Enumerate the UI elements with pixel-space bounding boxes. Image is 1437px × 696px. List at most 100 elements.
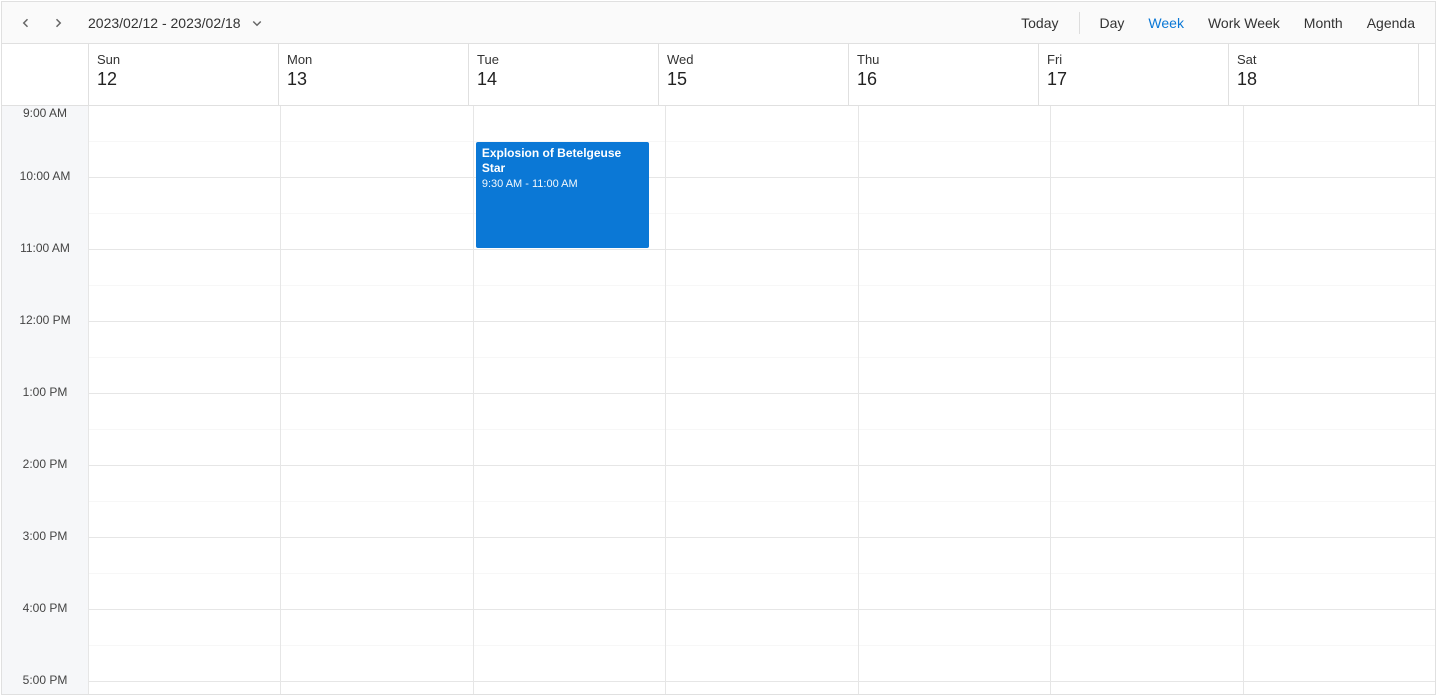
work-cell[interactable] [1244, 610, 1435, 646]
work-cell[interactable] [281, 538, 472, 574]
work-cell[interactable] [474, 646, 665, 682]
work-cell[interactable] [666, 322, 857, 358]
work-cell[interactable] [89, 142, 280, 178]
next-button[interactable] [42, 7, 74, 39]
work-cell[interactable] [1051, 610, 1242, 646]
work-cell[interactable] [666, 106, 857, 142]
work-cell[interactable] [89, 358, 280, 394]
work-cell[interactable] [1244, 682, 1435, 694]
work-cell[interactable] [281, 430, 472, 466]
day-column[interactable] [1243, 106, 1435, 694]
day-column[interactable] [88, 106, 280, 694]
work-cell[interactable] [1051, 538, 1242, 574]
date-range-picker[interactable]: 2023/02/12 - 2023/02/18 [74, 7, 277, 39]
work-cell[interactable] [1244, 466, 1435, 502]
work-cell[interactable] [1051, 358, 1242, 394]
work-cell[interactable] [1051, 286, 1242, 322]
work-cell[interactable] [859, 250, 1050, 286]
work-cell[interactable] [666, 178, 857, 214]
work-cell[interactable] [474, 538, 665, 574]
calendar-scroll[interactable]: 9:00 AM10:00 AM11:00 AM12:00 PM1:00 PM2:… [2, 106, 1435, 694]
work-cell[interactable] [89, 574, 280, 610]
work-cell[interactable] [666, 358, 857, 394]
day-header[interactable]: Sun12 [88, 44, 278, 105]
work-cell[interactable] [281, 682, 472, 694]
work-cell[interactable] [859, 322, 1050, 358]
work-cell[interactable] [1244, 214, 1435, 250]
day-header[interactable]: Mon13 [278, 44, 468, 105]
work-cell[interactable] [666, 430, 857, 466]
view-work-week[interactable]: Work Week [1196, 2, 1292, 43]
work-cell[interactable] [474, 322, 665, 358]
view-week[interactable]: Week [1136, 2, 1196, 43]
work-cell[interactable] [1051, 682, 1242, 694]
work-cell[interactable] [1051, 466, 1242, 502]
work-cell[interactable] [666, 142, 857, 178]
work-cell[interactable] [666, 394, 857, 430]
day-header[interactable]: Fri17 [1038, 44, 1228, 105]
work-cell[interactable] [1244, 142, 1435, 178]
work-cell[interactable] [666, 610, 857, 646]
work-cell[interactable] [281, 142, 472, 178]
work-cell[interactable] [1051, 574, 1242, 610]
work-cell[interactable] [89, 502, 280, 538]
work-cell[interactable] [281, 466, 472, 502]
work-cell[interactable] [666, 502, 857, 538]
view-agenda[interactable]: Agenda [1355, 2, 1427, 43]
day-header[interactable]: Wed15 [658, 44, 848, 105]
prev-button[interactable] [10, 7, 42, 39]
day-header[interactable]: Sat18 [1228, 44, 1418, 105]
work-cell[interactable] [1051, 106, 1242, 142]
work-cell[interactable] [859, 286, 1050, 322]
appointment[interactable]: Explosion of Betelgeuse Star9:30 AM - 11… [476, 142, 649, 248]
work-cell[interactable] [666, 538, 857, 574]
work-cell[interactable] [89, 286, 280, 322]
work-cell[interactable] [281, 214, 472, 250]
work-cell[interactable] [859, 538, 1050, 574]
work-cell[interactable] [281, 178, 472, 214]
work-cell[interactable] [89, 214, 280, 250]
work-cell[interactable] [89, 430, 280, 466]
work-cell[interactable] [666, 574, 857, 610]
work-cell[interactable] [89, 646, 280, 682]
work-cell[interactable] [474, 502, 665, 538]
work-cell[interactable] [1244, 574, 1435, 610]
work-cell[interactable] [666, 286, 857, 322]
day-column[interactable] [1050, 106, 1242, 694]
work-cell[interactable] [89, 394, 280, 430]
work-cell[interactable] [89, 106, 280, 142]
view-day[interactable]: Day [1088, 2, 1137, 43]
work-cell[interactable] [1051, 250, 1242, 286]
work-cell[interactable] [89, 178, 280, 214]
day-header[interactable]: Tue14 [468, 44, 658, 105]
work-cell[interactable] [281, 610, 472, 646]
work-cell[interactable] [281, 358, 472, 394]
work-cell[interactable] [859, 610, 1050, 646]
work-cell[interactable] [89, 538, 280, 574]
work-cell[interactable] [89, 682, 280, 694]
work-cell[interactable] [1051, 430, 1242, 466]
work-cell[interactable] [281, 646, 472, 682]
work-cell[interactable] [281, 394, 472, 430]
work-cell[interactable] [859, 682, 1050, 694]
work-cell[interactable] [1244, 394, 1435, 430]
work-cell[interactable] [1051, 646, 1242, 682]
work-cell[interactable] [859, 142, 1050, 178]
work-cell[interactable] [474, 394, 665, 430]
work-cell[interactable] [281, 322, 472, 358]
work-cell[interactable] [666, 466, 857, 502]
work-cell[interactable] [281, 286, 472, 322]
work-cell[interactable] [859, 394, 1050, 430]
work-cell[interactable] [859, 178, 1050, 214]
work-cell[interactable] [859, 430, 1050, 466]
work-cell[interactable] [281, 574, 472, 610]
work-cell[interactable] [1244, 358, 1435, 394]
work-cell[interactable] [1244, 178, 1435, 214]
work-cell[interactable] [474, 106, 665, 142]
work-cell[interactable] [1244, 286, 1435, 322]
work-cell[interactable] [859, 502, 1050, 538]
work-cell[interactable] [1051, 322, 1242, 358]
work-cell[interactable] [89, 466, 280, 502]
day-column[interactable] [858, 106, 1050, 694]
view-month[interactable]: Month [1292, 2, 1355, 43]
